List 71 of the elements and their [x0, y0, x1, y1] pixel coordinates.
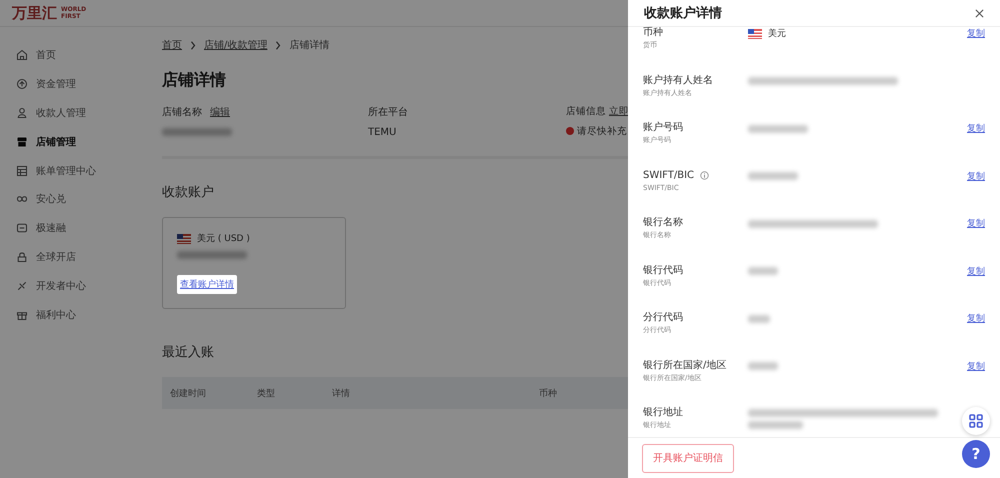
sidebar-item[interactable]: 开发者中心 [0, 271, 150, 300]
page-title: 店铺详情 [162, 70, 227, 91]
flag-icon [748, 28, 762, 38]
sidebar-item[interactable]: 收款人管理 [0, 98, 150, 128]
redacted-value [748, 420, 803, 428]
field-label: 银行名称 [643, 217, 683, 229]
field-label: 账户持有人姓名 [643, 74, 713, 86]
home-icon [16, 49, 28, 62]
redacted-value [748, 172, 798, 180]
field-label: 分行代码 [643, 312, 683, 324]
certificate-button[interactable]: 开具账户证明信 [642, 444, 734, 472]
redacted-value [748, 124, 808, 132]
sidebar-item[interactable]: 资金管理 [0, 70, 150, 99]
status-dot [566, 127, 574, 135]
grid-icon [969, 414, 983, 428]
field-value: TEMU [368, 126, 396, 138]
copy-link[interactable]: 复制 [967, 312, 985, 325]
field-label: 银行所在国家/地区 [643, 360, 726, 372]
store-icon [16, 136, 28, 148]
field-label: 店铺名称 [162, 106, 202, 119]
copy-link[interactable]: 复制 [967, 122, 985, 135]
sidebar-item[interactable]: 首页 [0, 41, 150, 70]
field-label: SWIFT/BIC [643, 170, 694, 182]
section-title: 最近入账 [162, 344, 215, 361]
edit-link[interactable]: 编辑 [210, 105, 230, 119]
breadcrumb-link[interactable]: 店铺/收款管理 [204, 38, 268, 52]
close-icon[interactable] [975, 8, 984, 18]
redacted-value [162, 128, 232, 136]
status-text: 请尽快补充 [577, 124, 627, 138]
field-label: 银行地址 [643, 407, 683, 419]
breadcrumb-link[interactable]: 店铺详情 [289, 38, 330, 52]
upload-icon [16, 78, 28, 90]
redacted-value [748, 362, 778, 370]
redacted-value [748, 314, 770, 322]
info-icon[interactable] [700, 171, 710, 180]
chevron-icon [275, 40, 282, 50]
sidebar-item[interactable]: 全球开店 [0, 242, 150, 272]
field-label: 币种 [643, 27, 663, 39]
section-title: 收款账户 [162, 184, 215, 201]
column-header: 创建时间 [170, 388, 206, 400]
field-label: 账户号码 [643, 122, 683, 134]
chevron-icon [190, 40, 196, 50]
redacted-value [748, 267, 778, 275]
field-label: 银行代码 [643, 264, 683, 276]
copy-link[interactable]: 复制 [967, 27, 985, 40]
account-details-link[interactable]: 查看账户详情 [177, 275, 237, 294]
redacted-value [177, 251, 247, 259]
breadcrumb-link[interactable]: 首页 [162, 38, 182, 52]
logo-wordmark: 万里汇 [12, 4, 57, 22]
drawer-title: 收款账户详情 [644, 4, 722, 22]
currency-name: 美元 ( USD ) [197, 232, 250, 245]
copy-link[interactable]: 复制 [967, 264, 985, 278]
copy-link[interactable]: 复制 [967, 217, 985, 230]
column-header: 币种 [539, 388, 557, 400]
box-icon [16, 222, 28, 234]
field-label: 店铺信息 [566, 105, 606, 118]
edit-link[interactable]: 立即 [609, 105, 629, 118]
copy-link[interactable]: 复制 [967, 360, 985, 372]
copy-link[interactable]: 复制 [967, 170, 985, 182]
flag-icon [177, 234, 191, 244]
column-header: 类型 [257, 388, 275, 400]
sidebar-item[interactable]: 账单管理中心 [0, 156, 150, 185]
field-value: 美元 [768, 28, 786, 40]
sidebar-item[interactable]: 店铺管理 [0, 127, 150, 156]
sidebar-item[interactable]: 安心兑 [0, 184, 150, 214]
field-label: 所在平台 [368, 106, 408, 119]
list-icon [16, 164, 28, 177]
person-icon [16, 106, 28, 119]
sidebar-item[interactable]: 福利中心 [0, 300, 150, 329]
sidebar-item[interactable]: 极速融 [0, 214, 150, 243]
column-header: 详情 [332, 388, 350, 400]
